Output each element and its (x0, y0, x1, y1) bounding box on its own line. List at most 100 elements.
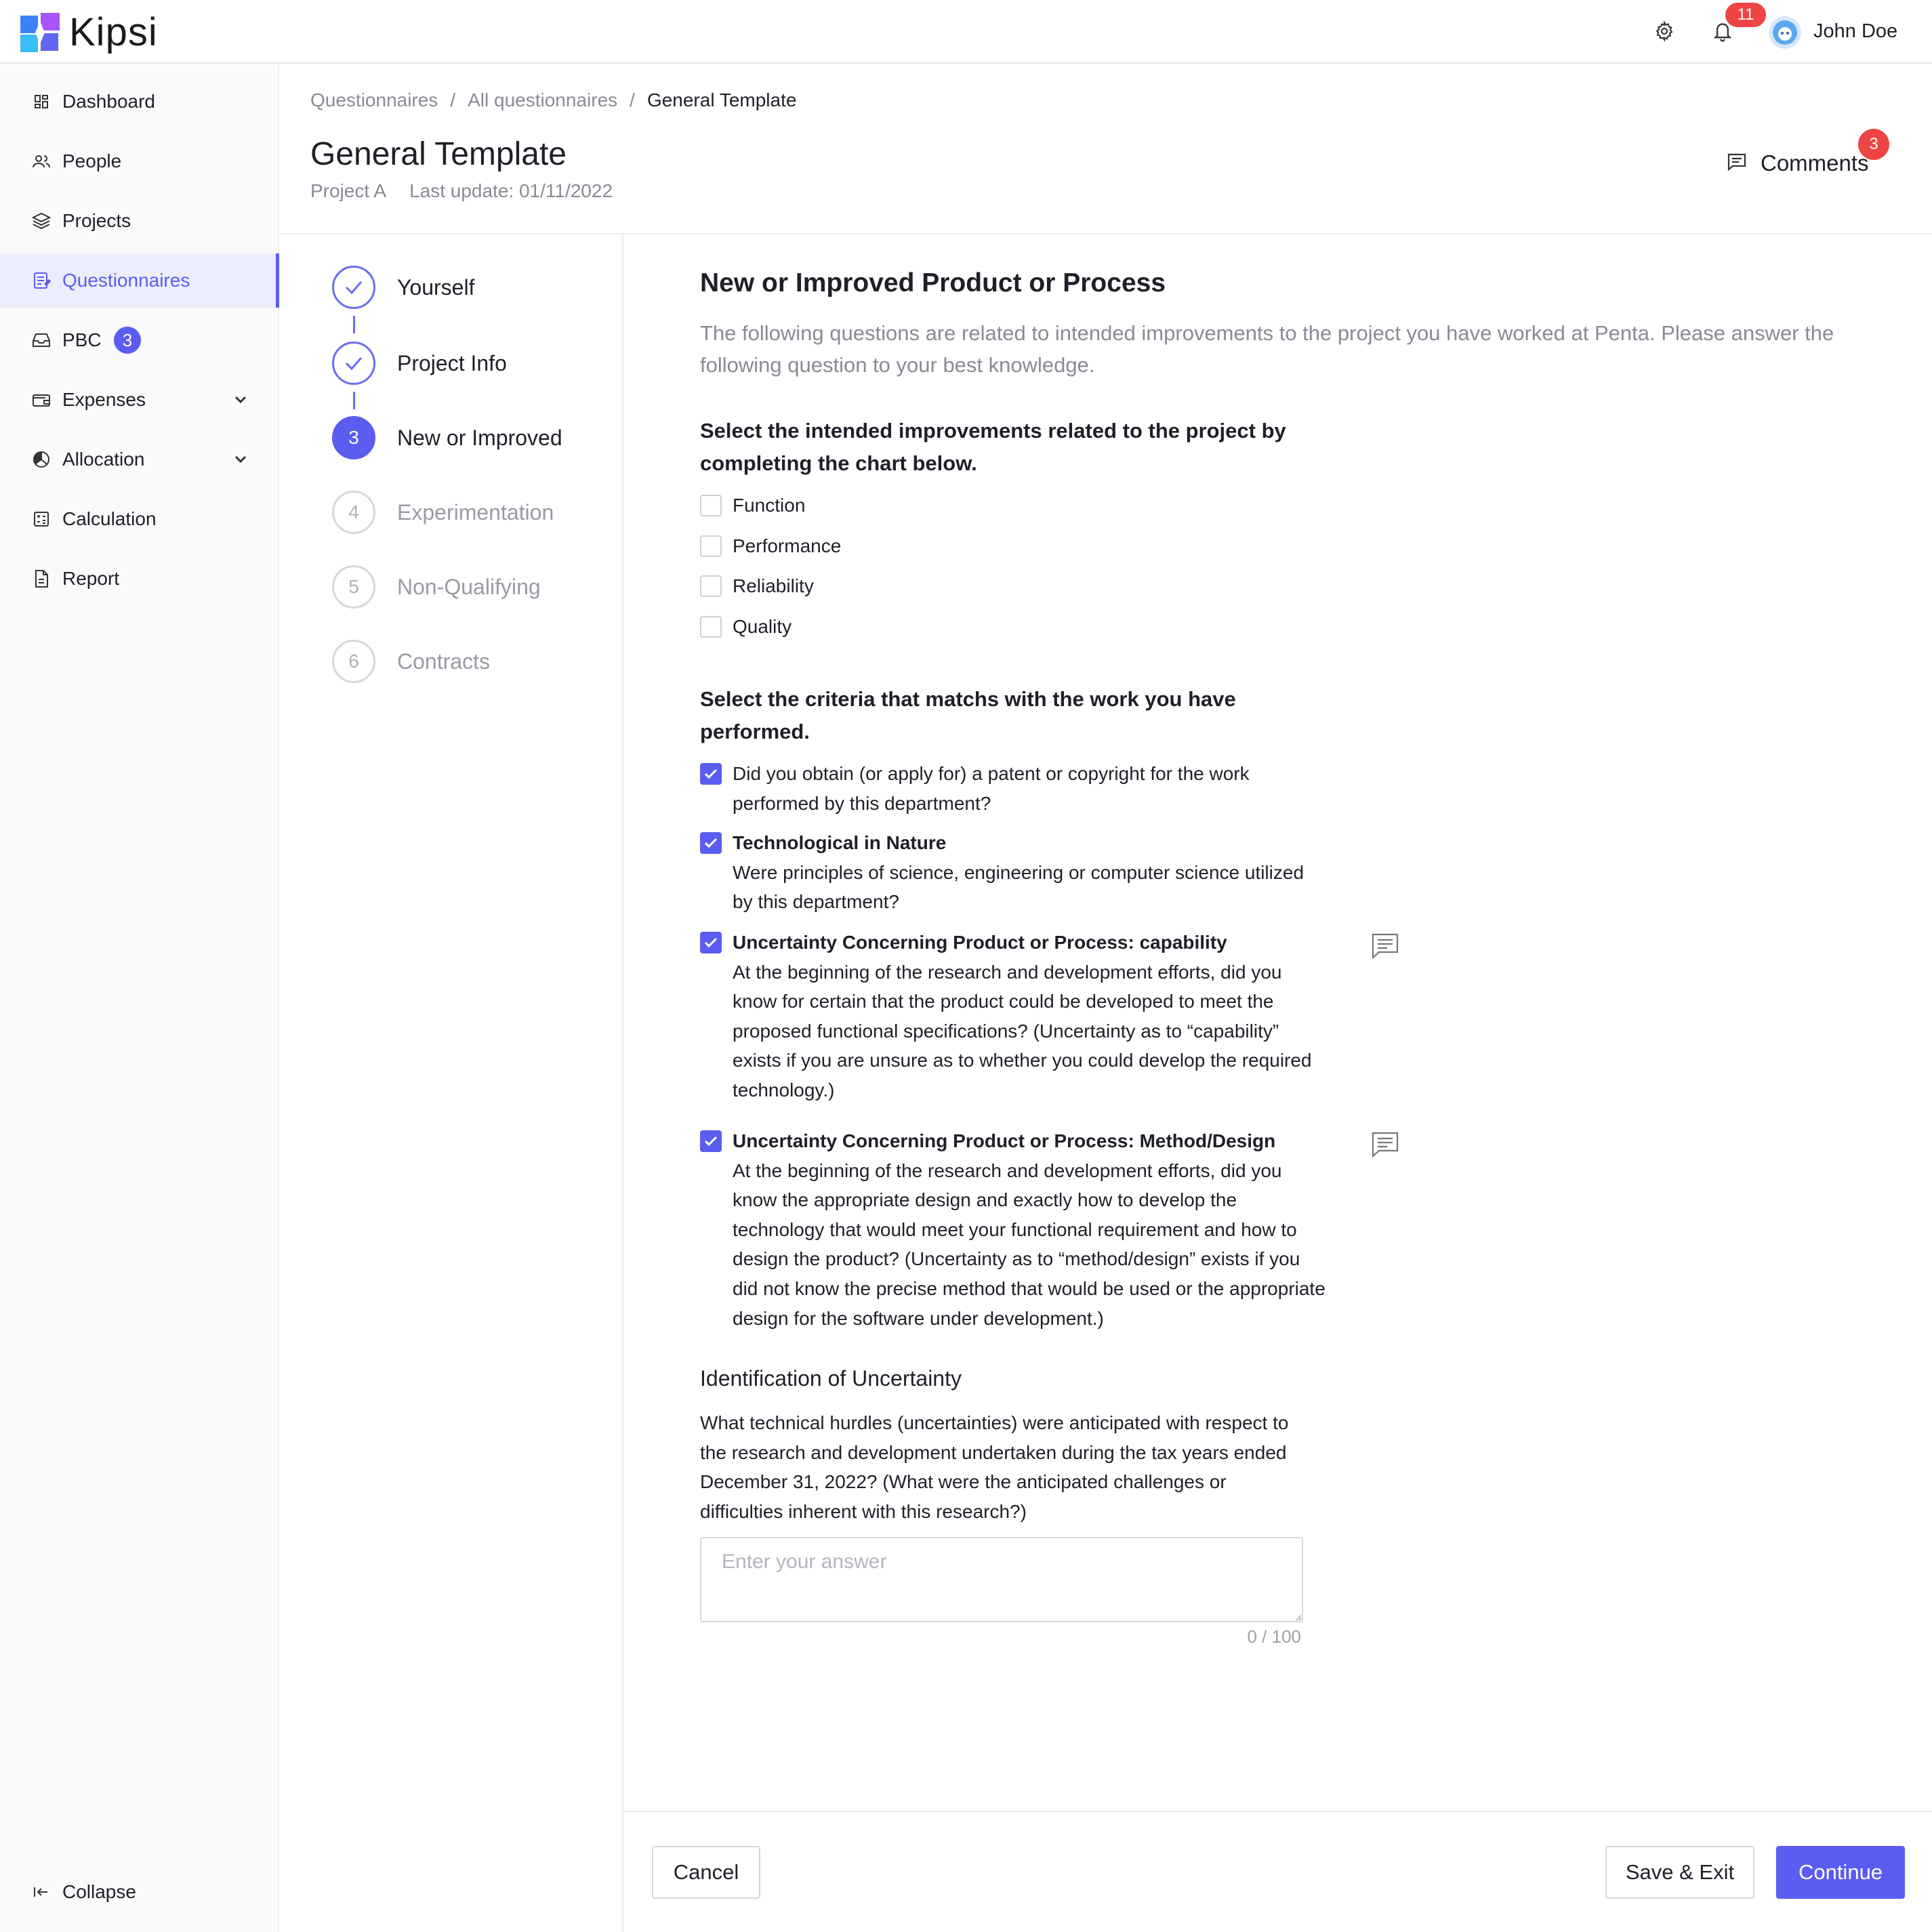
sidebar-item-label: Expenses (62, 389, 146, 410)
step-project-info[interactable]: Project Info (332, 342, 507, 385)
sidebar-item-calculation[interactable]: Calculation (0, 492, 279, 546)
checkbox-label: Function (733, 495, 806, 516)
inbox-icon (30, 329, 53, 352)
cancel-button[interactable]: Cancel (652, 1846, 760, 1899)
criterion-title: Uncertainty Concerning Product or Proces… (733, 1130, 1276, 1151)
checkbox-label: Reliability (733, 575, 814, 596)
sidebar: Dashboard People Projects Questionnaires… (0, 64, 279, 1932)
settings-gear-icon[interactable] (1651, 18, 1678, 45)
sidebar-item-questionnaires[interactable]: Questionnaires (0, 253, 279, 308)
last-update: Last update: 01/11/2022 (409, 180, 613, 201)
chevron-down-icon[interactable] (230, 390, 251, 410)
brand-logo[interactable]: Kipsi (20, 9, 158, 55)
step-label: Non-Qualifying (397, 574, 541, 599)
checkbox-quality[interactable]: Quality (700, 616, 792, 642)
people-icon (30, 150, 53, 173)
section-description: The following questions are related to i… (700, 321, 1834, 377)
comments-button[interactable]: Comments (1727, 150, 1869, 176)
answer-textarea[interactable] (700, 1537, 1303, 1622)
divider (625, 1811, 1932, 1812)
sidebar-item-label: Report (62, 568, 120, 589)
criterion-text: At the beginning of the research and dev… (733, 1159, 1325, 1329)
step-contracts[interactable]: 6 Contracts (332, 640, 490, 683)
add-comment-icon[interactable] (1370, 931, 1400, 961)
identification-question: What technical hurdles (uncertainties) w… (700, 1412, 1289, 1522)
step-non-qualifying[interactable]: 5 Non-Qualifying (332, 565, 541, 609)
checkbox[interactable] (700, 535, 722, 557)
check-icon (332, 342, 375, 385)
checkbox-label: Quality (733, 616, 792, 637)
step-number: 5 (332, 565, 375, 609)
checkbox-reliability[interactable]: Reliability (700, 575, 814, 601)
checkbox-checked[interactable] (700, 763, 722, 785)
sidebar-item-expenses[interactable]: Expenses (0, 373, 279, 427)
step-label: New or Improved (397, 425, 562, 450)
criteria-question: Select the criteria that matchs with the… (700, 687, 1236, 743)
sidebar-item-pbc[interactable]: PBC 3 (0, 313, 279, 367)
sidebar-item-label: Projects (62, 210, 131, 231)
breadcrumb-item[interactable]: Questionnaires (310, 89, 438, 111)
checkbox-checked[interactable] (700, 932, 722, 953)
stepper-panel (281, 234, 623, 1932)
criterion-text: Were principles of science, engineering … (733, 861, 1304, 913)
step-label: Project Info (397, 350, 507, 375)
checkbox-label: Performance (733, 535, 842, 556)
step-yourself[interactable]: Yourself (332, 266, 474, 309)
pie-icon (30, 448, 53, 471)
breadcrumb-separator: / (450, 89, 456, 110)
checkbox-checked[interactable] (700, 1130, 722, 1152)
sidebar-item-label: Dashboard (62, 91, 155, 112)
criterion-title: Uncertainty Concerning Product or Proces… (733, 932, 1227, 953)
brand-name: Kipsi (69, 10, 158, 54)
sidebar-item-report[interactable]: Report (0, 552, 279, 606)
step-label: Experimentation (397, 499, 554, 525)
breadcrumb-separator: / (630, 89, 635, 110)
check-icon (704, 768, 718, 779)
sidebar-collapse-button[interactable]: Collapse (0, 1865, 279, 1919)
page-title: General Template (310, 136, 567, 172)
sidebar-item-label: Questionnaires (62, 270, 190, 291)
sidebar-item-projects[interactable]: Projects (0, 194, 279, 248)
pbc-count-badge: 3 (114, 327, 141, 354)
save-and-exit-button[interactable]: Save & Exit (1605, 1846, 1754, 1899)
checkbox-checked[interactable] (700, 832, 722, 854)
top-header: Kipsi 11 John Doe (0, 0, 1932, 64)
checkbox-function[interactable]: Function (700, 495, 805, 520)
checkbox[interactable] (700, 575, 722, 597)
sidebar-item-label: People (62, 150, 122, 171)
layers-icon (30, 209, 53, 232)
user-avatar[interactable] (1769, 16, 1801, 49)
checkbox-performance[interactable]: Performance (700, 535, 841, 561)
step-number: 6 (332, 640, 375, 683)
comment-icon (1727, 152, 1747, 175)
improvements-question: Select the intended improvements related… (700, 419, 1286, 475)
sidebar-item-dashboard[interactable]: Dashboard (0, 75, 279, 129)
check-icon (704, 838, 718, 848)
check-icon (704, 937, 718, 948)
identification-title: Identification of Uncertainty (700, 1366, 962, 1391)
chevron-down-icon[interactable] (230, 449, 251, 470)
continue-button[interactable]: Continue (1776, 1846, 1905, 1899)
check-icon (704, 1136, 718, 1147)
add-comment-icon[interactable] (1370, 1130, 1400, 1159)
step-new-or-improved[interactable]: 3 New or Improved (332, 416, 562, 459)
breadcrumb-item[interactable]: All questionnaires (468, 89, 617, 111)
criterion-title: Technological in Nature (733, 832, 947, 853)
document-icon (30, 567, 53, 590)
comments-label: Comments (1761, 150, 1869, 176)
sidebar-item-allocation[interactable]: Allocation (0, 432, 279, 487)
step-experimentation[interactable]: 4 Experimentation (332, 491, 554, 534)
calculator-icon (30, 508, 53, 531)
wallet-icon (30, 388, 53, 411)
checkbox[interactable] (700, 495, 722, 516)
criterion-text: Did you obtain (or apply for) a patent o… (733, 763, 1250, 814)
step-connector (353, 392, 355, 409)
collapse-left-icon (30, 1880, 53, 1904)
checkbox[interactable] (700, 616, 722, 638)
collapse-label: Collapse (62, 1881, 136, 1902)
sidebar-item-label: PBC (62, 329, 102, 350)
breadcrumb-current: General Template (646, 89, 797, 110)
step-connector (353, 316, 355, 333)
user-name[interactable]: John Doe (1813, 20, 1897, 43)
sidebar-item-people[interactable]: People (0, 134, 279, 188)
